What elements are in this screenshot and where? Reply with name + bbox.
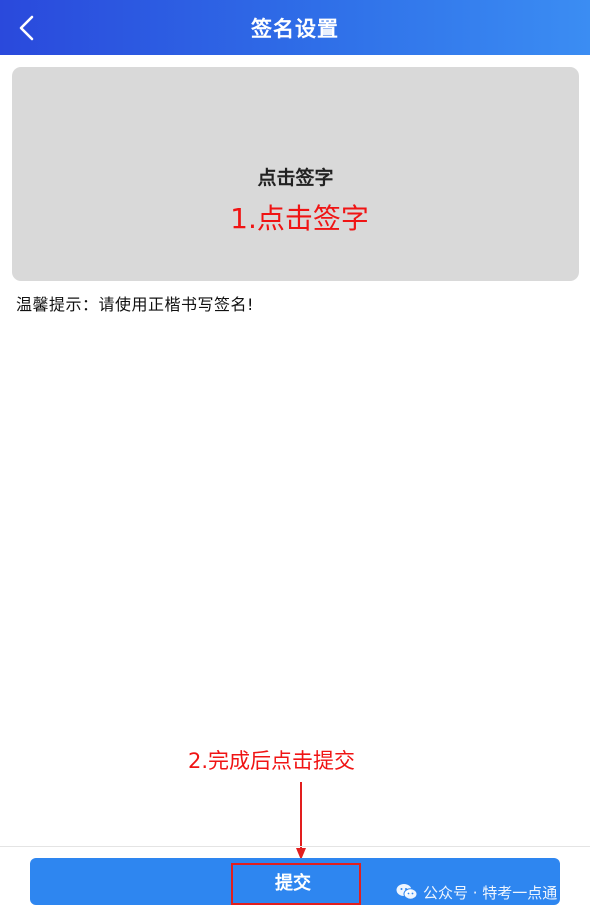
page: 签名设置 点击签字 1.点击签字 温馨提示：请使用正楷书写签名! 2.完成后点击… [0, 0, 590, 916]
watermark: 公众号 · 特考一点通 [396, 880, 590, 904]
signature-pad-label: 点击签字 [257, 167, 334, 189]
chevron-left-icon [18, 15, 34, 41]
annotation-step-1: 1.点击签字 [230, 202, 369, 235]
signature-pad[interactable]: 点击签字 1.点击签字 [12, 67, 579, 281]
top-bar: 签名设置 [0, 0, 590, 55]
watermark-text: 公众号 · 特考一点通 [423, 883, 558, 902]
annotation-step-2: 2.完成后点击提交 [188, 749, 356, 773]
page-title: 签名设置 [251, 16, 339, 41]
wechat-icon [396, 883, 418, 901]
annotation-arrow [294, 782, 308, 866]
tip-text: 温馨提示：请使用正楷书写签名! [16, 295, 254, 314]
footer-divider [0, 846, 590, 847]
back-button[interactable] [18, 0, 58, 55]
